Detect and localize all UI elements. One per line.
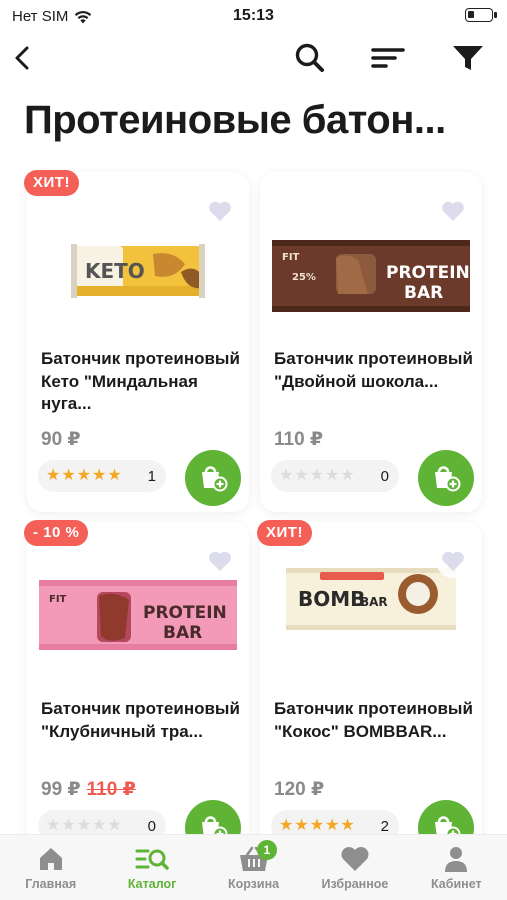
star-icon: ★: [340, 467, 355, 484]
svg-text:BAR: BAR: [163, 623, 202, 643]
tab-label: Корзина: [227, 877, 280, 891]
tab-label: Кабинет: [431, 877, 482, 891]
tab-label: Каталог: [127, 877, 177, 891]
svg-text:PROTEIN: PROTEIN: [143, 603, 227, 623]
rating: ★ ★ ★ ★ ★ 1: [38, 460, 166, 492]
star-icon: ★: [294, 467, 309, 484]
star-icon: ★: [107, 817, 122, 834]
star-icon: ★: [294, 817, 309, 834]
tab-catalog[interactable]: Каталог: [101, 835, 202, 900]
discount-badge: - 10 %: [24, 520, 89, 546]
hit-badge: ХИТ!: [24, 170, 79, 196]
profile-icon: [445, 847, 468, 872]
search-icon: [295, 43, 324, 72]
svg-text:BAR: BAR: [404, 283, 443, 303]
star-icon: ★: [325, 817, 340, 834]
svg-text:BAR: BAR: [360, 595, 388, 609]
catalog-search-icon: [135, 849, 169, 870]
hit-badge: ХИТ!: [257, 520, 312, 546]
svg-text:FIT: FIT: [282, 252, 300, 263]
filter-button[interactable]: [446, 36, 490, 80]
current-price: 110 ₽: [274, 429, 324, 450]
star-icon: ★: [76, 467, 92, 484]
star-icon: ★: [61, 467, 76, 484]
product-name[interactable]: Батончик протеиновый Кето "Миндальная ну…: [41, 348, 241, 416]
tab-favorites[interactable]: Избранное: [304, 835, 405, 900]
star-icon: ★: [107, 467, 122, 484]
tab-profile[interactable]: Кабинет: [406, 835, 507, 900]
review-count: 2: [380, 817, 389, 835]
add-to-cart-button[interactable]: [418, 450, 474, 506]
heart-outline-icon: [442, 551, 464, 571]
home-icon: [39, 848, 62, 870]
product-price: 90 ₽: [41, 428, 81, 451]
tab-label: Главная: [25, 877, 77, 891]
search-button[interactable]: [288, 36, 332, 80]
star-icon: ★: [46, 817, 61, 834]
product-name[interactable]: Батончик протеиновый "Двойной шокола...: [274, 348, 474, 393]
current-price: 120 ₽: [274, 779, 325, 800]
favorite-button[interactable]: [436, 544, 470, 578]
product-name[interactable]: Батончик протеиновый "Кокос" BOMBBAR...: [274, 698, 474, 743]
add-to-cart-button[interactable]: [185, 450, 241, 506]
tab-label: Избранное: [321, 877, 389, 891]
review-count: 0: [380, 467, 389, 485]
star-icon: ★: [279, 467, 294, 484]
star-icon: ★: [309, 467, 325, 484]
svg-text:KETO: KETO: [85, 259, 145, 283]
svg-text:25%: 25%: [292, 272, 316, 283]
battery-icon: [465, 8, 497, 22]
filter-icon: [453, 46, 483, 70]
star-icon: ★: [340, 817, 355, 834]
star-icon: ★: [46, 467, 61, 484]
favorite-button[interactable]: [203, 194, 237, 228]
favorite-button[interactable]: [436, 194, 470, 228]
tab-cart[interactable]: 1 Корзина: [203, 835, 304, 900]
back-button[interactable]: [0, 36, 44, 80]
sort-button[interactable]: [366, 36, 410, 80]
cart-count-badge: 1: [256, 840, 277, 860]
star-icon: ★: [309, 817, 325, 834]
star-icon: ★: [76, 817, 92, 834]
tab-home[interactable]: Главная: [0, 835, 101, 900]
star-icon: ★: [61, 817, 76, 834]
product-price: 99 ₽110 ₽: [41, 778, 136, 801]
svg-text:BOMB: BOMB: [298, 587, 365, 611]
product-price: 120 ₽: [274, 778, 324, 801]
back-arrow-icon: [15, 46, 29, 70]
current-price: 99 ₽: [41, 779, 81, 800]
heart-outline-icon: [442, 201, 464, 221]
svg-text:FIT: FIT: [49, 594, 67, 605]
review-count: 0: [147, 817, 156, 835]
page-title: Протеиновые батон...: [24, 98, 446, 142]
nav-bar: [0, 36, 507, 80]
old-price: 110 ₽: [86, 779, 136, 800]
star-icon: ★: [279, 817, 294, 834]
review-count: 1: [147, 467, 156, 485]
tab-bar: Главная Каталог 1 Корзина Избранное Каби…: [0, 834, 507, 900]
product-price: 110 ₽: [274, 428, 323, 451]
add-to-cart-icon: [202, 466, 228, 492]
product-card[interactable]: PROTEIN BAR FIT - 10 % Батончик протеино…: [24, 520, 249, 862]
product-name[interactable]: Батончик протеиновый "Клубничный тра...: [41, 698, 241, 743]
product-card[interactable]: 25% PROTEIN BAR FIT Батончик протеиновый…: [260, 172, 482, 512]
sort-icon: [371, 48, 405, 68]
add-to-cart-icon: [435, 466, 461, 492]
current-price: 90 ₽: [41, 429, 81, 450]
heart-icon: [341, 847, 369, 871]
status-bar: Нет SIM 15:13: [0, 0, 507, 34]
favorite-button[interactable]: [203, 544, 237, 578]
star-icon: ★: [325, 467, 340, 484]
heart-outline-icon: [209, 201, 231, 221]
svg-text:PROTEIN: PROTEIN: [386, 263, 470, 283]
star-icon: ★: [92, 817, 107, 834]
heart-outline-icon: [209, 551, 231, 571]
rating: ★ ★ ★ ★ ★ 0: [271, 460, 399, 492]
product-card[interactable]: KETO ХИТ! Батончик протеиновый Кето "Мин…: [24, 170, 249, 512]
product-card[interactable]: BOMB BAR ХИТ! Батончик протеиновый "Коко…: [257, 520, 482, 862]
clock: 15:13: [233, 7, 274, 24]
star-icon: ★: [92, 467, 107, 484]
